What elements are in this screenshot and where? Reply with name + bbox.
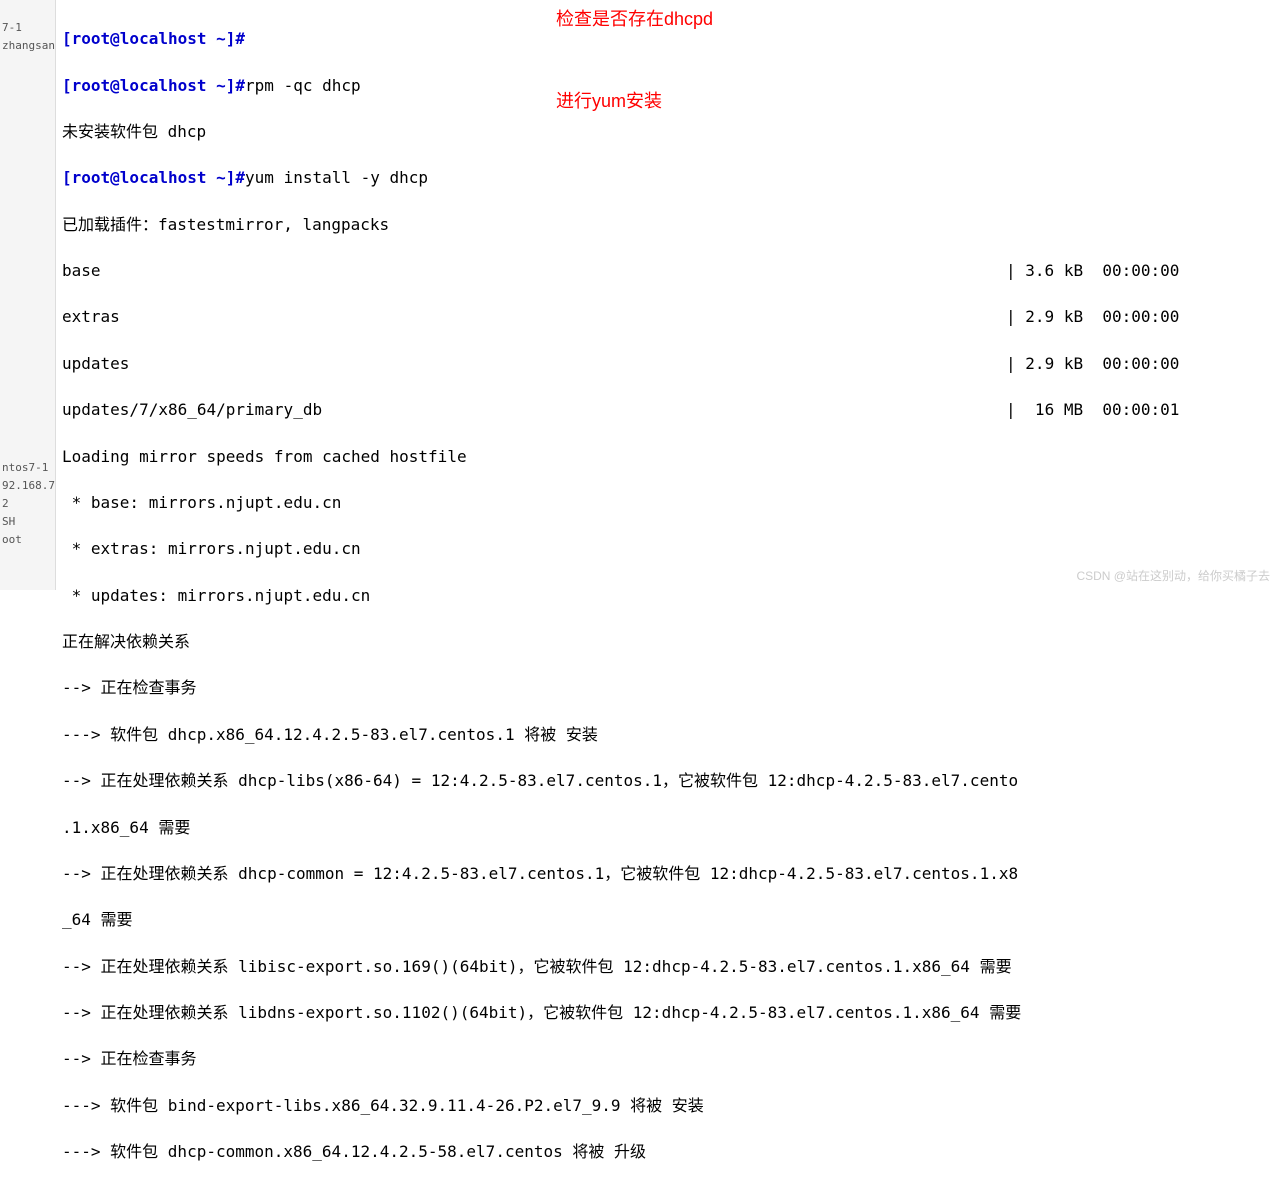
output-line: --> 正在处理依赖关系 dhcp-common = 12:4.2.5-83.e… <box>62 862 1280 885</box>
sidebar-item[interactable]: oot <box>2 532 56 548</box>
output-line: * updates: mirrors.njupt.edu.cn <box>62 584 1280 607</box>
output-line: ---> 软件包 dhcp-common.x86_64.12.4.2.5-58.… <box>62 1140 1280 1163</box>
sidebar-top: 7-1 zhangsan <box>0 0 55 76</box>
command-text: rpm -qc dhcp <box>245 76 361 95</box>
sidebar-item[interactable]: 7-1 <box>2 20 53 36</box>
sidebar-item[interactable]: SH <box>2 514 56 530</box>
repo-line: extras | 2.9 kB 00:00:00 <box>62 305 1280 328</box>
output-line: --> 正在处理依赖关系 libdns-export.so.1102()(64b… <box>62 1001 1280 1024</box>
shell-prompt: [root@localhost ~]# <box>62 168 245 187</box>
output-line: .1.x86_64 需要 <box>62 816 1280 839</box>
output-line: --> 正在处理依赖关系 libisc-export.so.169()(64bi… <box>62 955 1280 978</box>
sidebar-bottom: ntos7-1 92.168.7.. 2 SH oot <box>2 460 56 550</box>
output-line: --> 正在检查事务 <box>62 676 1280 699</box>
shell-prompt: [root@localhost ~]# <box>62 76 245 95</box>
sidebar-item[interactable]: 2 <box>2 496 56 512</box>
output-line: ---> 软件包 bind-export-libs.x86_64.32.9.11… <box>62 1094 1280 1117</box>
watermark: CSDN @站在这别动，给你买橘子去 <box>1076 568 1270 585</box>
repo-line: updates/7/x86_64/primary_db | 16 MB 00:0… <box>62 398 1280 421</box>
output-line: * extras: mirrors.njupt.edu.cn <box>62 537 1280 560</box>
output-line: 正在解决依赖关系 <box>62 630 1280 653</box>
repo-line: base | 3.6 kB 00:00:00 <box>62 259 1280 282</box>
command-text: yum install -y dhcp <box>245 168 428 187</box>
annotation-check-dhcpd: 检查是否存在dhcpd <box>556 6 713 32</box>
output-line: --> 正在处理依赖关系 dhcp-libs(x86-64) = 12:4.2.… <box>62 769 1280 792</box>
shell-prompt: [root@localhost ~]# <box>62 29 245 48</box>
output-line: * base: mirrors.njupt.edu.cn <box>62 491 1280 514</box>
output-line: ---> 软件包 dhcp.x86_64.12.4.2.5-83.el7.cen… <box>62 723 1280 746</box>
output-line: 未安装软件包 dhcp <box>62 120 1280 143</box>
repo-line: updates | 2.9 kB 00:00:00 <box>62 352 1280 375</box>
output-line: --> 正在检查事务 <box>62 1047 1280 1070</box>
terminal-output[interactable]: [root@localhost ~]# [root@localhost ~]#r… <box>62 4 1280 1180</box>
sidebar-item[interactable]: zhangsan <box>2 38 53 54</box>
output-line: 已加载插件：fastestmirror, langpacks <box>62 213 1280 236</box>
sidebar-item[interactable]: ntos7-1 <box>2 460 56 476</box>
output-line: _64 需要 <box>62 908 1280 931</box>
output-line: Loading mirror speeds from cached hostfi… <box>62 445 1280 468</box>
annotation-yum-install: 进行yum安装 <box>556 88 662 114</box>
sidebar: 7-1 zhangsan ntos7-1 92.168.7.. 2 SH oot <box>0 0 56 590</box>
sidebar-item[interactable]: 92.168.7.. <box>2 478 56 494</box>
